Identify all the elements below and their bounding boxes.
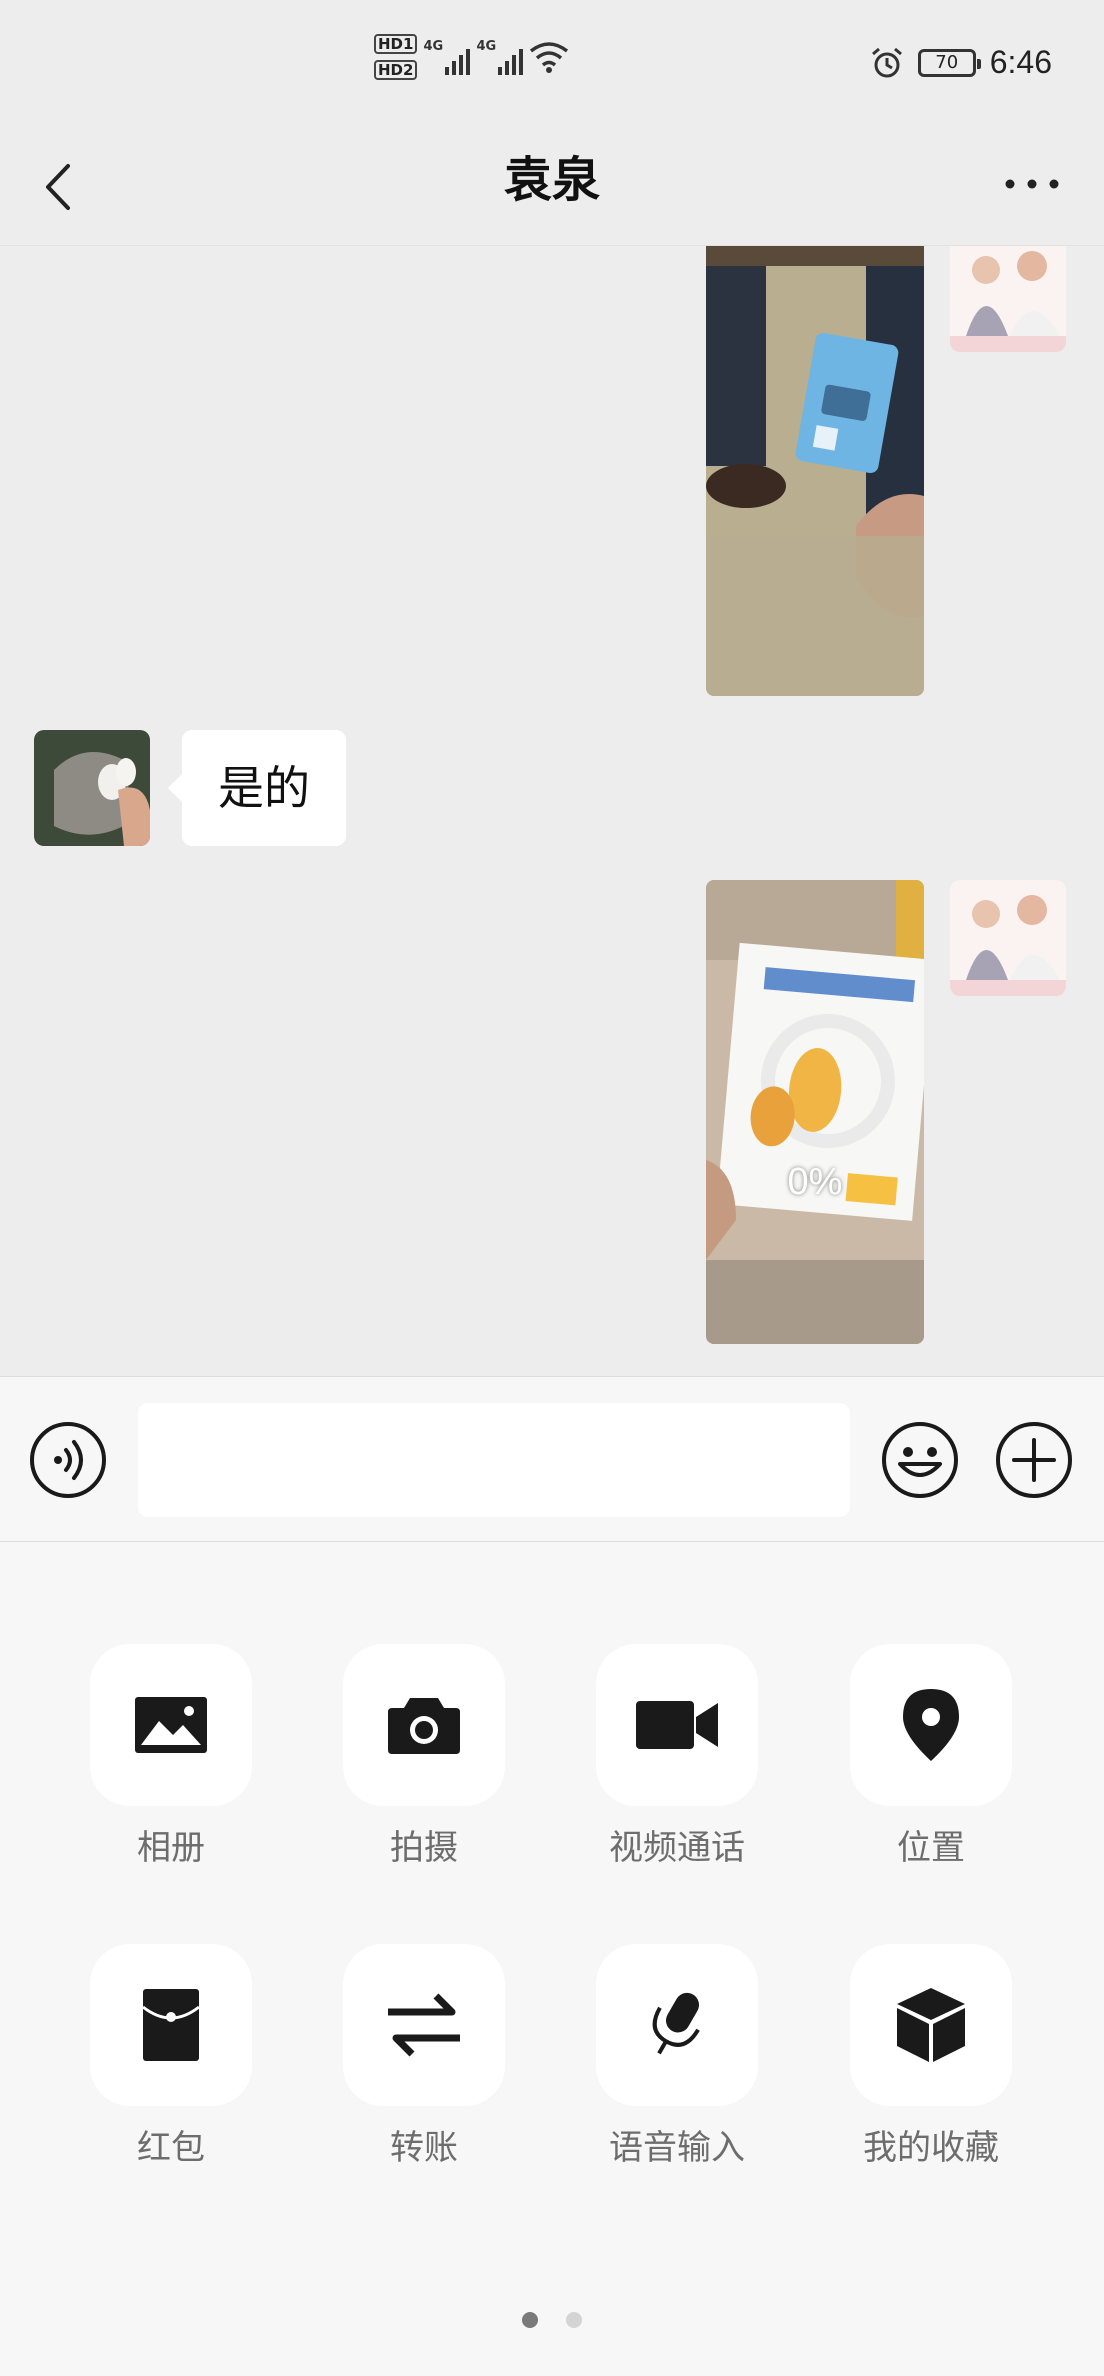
image-message[interactable] [706,246,924,696]
plus-icon[interactable] [994,1420,1074,1500]
signal-1-icon: 4G [423,39,471,75]
location-tile[interactable] [850,1644,1012,1806]
net1-label: 4G [423,39,444,54]
location-icon [903,1689,959,1761]
net2-label: 4G [476,39,497,54]
red-packet-icon [142,1989,200,2061]
album-label: 相册 [137,1828,205,1868]
page-indicator [0,2312,1104,2328]
camera-tile[interactable] [343,1644,505,1806]
message-list[interactable]: 是的 0% [0,246,1104,1376]
video-call-tile[interactable] [596,1644,758,1806]
photo-sim-card [706,246,924,696]
emoji-icon[interactable] [880,1420,960,1500]
favorites-label: 我的收藏 [863,2128,999,2168]
avatar-self[interactable] [950,880,1066,996]
hd2-label: HD2 [374,60,418,80]
voice-icon[interactable] [28,1420,108,1500]
photo-book [706,880,924,1344]
alarm-icon [871,47,902,77]
signal-2-icon: 4G [476,39,524,75]
location-button[interactable]: 位置 [850,1644,1012,1869]
favorites-tile[interactable] [850,1944,1012,2106]
favorites-icon [897,1988,965,2062]
video-call-button[interactable]: 视频通话 [596,1644,758,1869]
avatar-image [950,880,1066,996]
status-network: HD1 HD2 4G 4G [374,34,569,80]
camera-button[interactable]: 拍摄 [343,1644,505,1869]
red-packet-label: 红包 [137,2128,205,2168]
more-dots-icon[interactable] [1002,174,1062,194]
transfer-icon [388,1993,460,2057]
video-call-icon [636,1701,718,1749]
hd-indicator: HD1 HD2 [374,34,418,80]
favorites-button[interactable]: 我的收藏 [850,1944,1012,2169]
transfer-button[interactable]: 转账 [343,1944,505,2169]
image-icon [135,1697,207,1753]
clock: 6:46 [989,44,1052,80]
page-dot[interactable] [566,2312,582,2328]
transfer-label: 转账 [390,2128,458,2168]
red-packet-button[interactable]: 红包 [90,1944,252,2169]
battery-icon: 70 [917,48,981,77]
message-text: 是的 [218,761,310,815]
voice-input-label: 语音输入 [609,2128,745,2168]
avatar-contact[interactable] [34,730,150,846]
upload-progress: 0% [787,1161,843,1203]
nav-bar: 袁泉 [0,130,1104,246]
text-bubble[interactable]: 是的 [168,730,346,846]
transfer-tile[interactable] [343,1944,505,2106]
page-dot-active[interactable] [522,2312,538,2328]
voice-input-button[interactable]: 语音输入 [596,1944,758,2169]
hd1-label: HD1 [374,34,418,54]
avatar-self[interactable] [950,246,1066,352]
camera-icon [388,1698,460,1754]
image-message-uploading[interactable]: 0% [706,880,924,1344]
microphone-icon [652,1992,700,2055]
battery-level: 70 [935,52,959,73]
status-right: 70 6:46 [870,44,1052,81]
wifi-icon [530,42,569,73]
avatar-image [950,246,1066,352]
more-actions-panel: 相册 拍摄 视频通话 位置 红包 转账 语音输入 我的收藏 [0,1542,1104,2376]
voice-input-tile[interactable] [596,1944,758,2106]
avatar-image [34,730,150,846]
camera-label: 拍摄 [390,1828,458,1868]
status-bar: HD1 HD2 4G 4G 70 6:46 [0,0,1104,130]
message-input[interactable] [138,1403,850,1517]
red-packet-tile[interactable] [90,1944,252,2106]
album-button[interactable]: 相册 [90,1644,252,1869]
chat-title: 袁泉 [503,152,600,208]
location-label: 位置 [897,1828,965,1868]
video-call-label: 视频通话 [609,1828,745,1868]
input-bar [0,1376,1104,1542]
album-tile[interactable] [90,1644,252,1806]
